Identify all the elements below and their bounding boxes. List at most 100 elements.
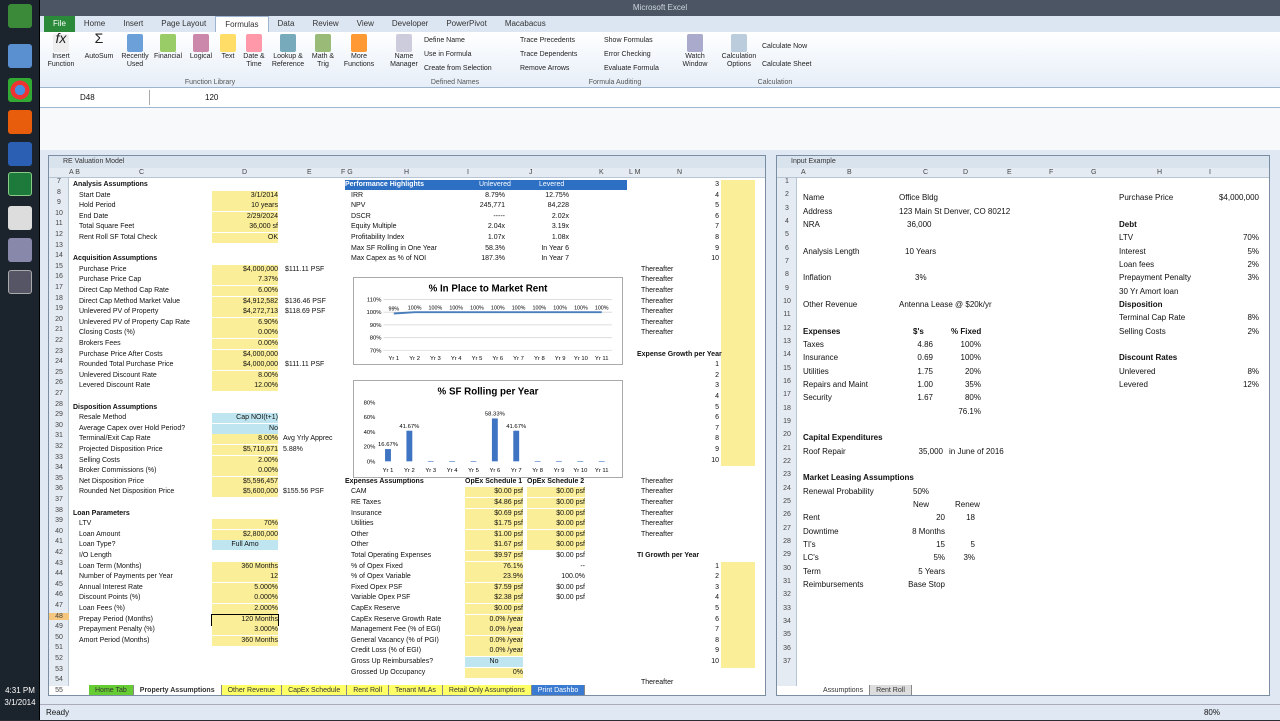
thereafter-label: Thereafter — [641, 329, 674, 337]
excel-taskbar-icon[interactable] — [8, 4, 32, 28]
calculate-sheet-button[interactable]: Calculate Sheet — [762, 60, 811, 69]
ribbon-tab[interactable]: View — [348, 16, 383, 32]
calculator-icon[interactable] — [8, 238, 32, 262]
cell: 18 — [966, 513, 975, 523]
name-manager-button[interactable]: Name Manager — [388, 34, 420, 69]
row-number: 51 — [55, 644, 63, 652]
lookup-button[interactable]: Lookup & Reference — [270, 34, 306, 69]
window-icon[interactable] — [8, 270, 32, 294]
remove-arrows-button[interactable]: Remove Arrows — [520, 64, 569, 73]
bar — [556, 461, 562, 462]
financial-button[interactable]: Financial — [152, 34, 184, 61]
trace-precedents-button[interactable]: Trace Precedents — [520, 36, 575, 45]
chrome-icon[interactable] — [8, 78, 32, 102]
zoom-level[interactable]: 80% — [1204, 705, 1220, 721]
autosum-button[interactable]: Σ AutoSum — [82, 31, 116, 61]
error-checking-button[interactable]: Error Checking — [604, 50, 651, 59]
word-icon[interactable] — [8, 142, 32, 166]
create-from-selection-button[interactable]: Create from Selection — [424, 64, 492, 73]
section-title: Expenses — [803, 326, 841, 336]
calc-options-button[interactable]: Calculation Options — [718, 34, 760, 69]
index-number: 4 — [715, 191, 719, 199]
cell: Purchase Price — [1119, 193, 1174, 203]
define-name-button[interactable]: Define Name — [424, 36, 465, 45]
row-number: 9 — [57, 199, 61, 207]
cell: Unlevered PV of Property — [79, 308, 159, 316]
sheet-tab[interactable]: Retail Only Assumptions — [442, 685, 532, 695]
explorer-icon[interactable] — [8, 44, 32, 68]
ribbon-tab[interactable]: Insert — [114, 16, 152, 32]
cell: Unlevered PV of Property Cap Rate — [79, 318, 190, 326]
trace-dependents-button[interactable]: Trace Dependents — [520, 50, 577, 59]
highlight-column — [721, 360, 755, 467]
sheet-tab[interactable]: Rent Roll — [347, 685, 390, 695]
cell: CapEx Reserve Growth Rate — [351, 615, 442, 623]
section-title: Market Leasing Assumptions — [803, 473, 914, 483]
ribbon-tab[interactable]: Developer — [383, 16, 437, 32]
cell: Security — [803, 393, 832, 403]
show-formulas-button[interactable]: Show Formulas — [604, 36, 653, 45]
thereafter-label: Thereafter — [641, 509, 674, 517]
ribbon-tab[interactable]: Page Layout — [152, 16, 215, 32]
cell: Discount Points (%) — [79, 594, 141, 602]
cell: 2.02x — [551, 212, 569, 220]
ribbon-tab[interactable]: Macabacus — [496, 16, 555, 32]
input-cell: 6.00% — [212, 286, 278, 296]
date-time-button[interactable]: Date & Time — [240, 34, 268, 69]
cell: Taxes — [803, 339, 824, 349]
input-cell: $2.38 psf — [465, 593, 523, 604]
sheet-tab[interactable]: Rent Roll — [870, 685, 912, 695]
sheet-tab[interactable]: CapEx Schedule — [282, 685, 348, 695]
recently-used-button[interactable]: Recently Used — [118, 34, 152, 69]
cell: Annual Interest Rate — [79, 583, 143, 591]
cell: 3% — [915, 273, 927, 283]
cell: Terminal Cap Rate — [1119, 313, 1186, 323]
input-cell: 0% — [465, 667, 523, 678]
formula-input[interactable]: 120 — [205, 91, 218, 105]
column-letter: F — [1049, 169, 1054, 176]
calculate-now-button[interactable]: Calculate Now — [762, 42, 807, 51]
watch-window-button[interactable]: Watch Window — [678, 34, 712, 69]
thereafter-label: Thereafter — [641, 530, 674, 538]
cell: Direct Cap Method Cap Rate — [79, 287, 169, 294]
cell: Unlevered — [1119, 366, 1156, 376]
name-box[interactable]: D48 — [40, 90, 150, 105]
sheet-tab[interactable]: Assumptions — [817, 685, 871, 695]
cell: Max Capex as % of NOI — [351, 255, 427, 263]
cell: Equity Multiple — [351, 223, 397, 231]
evaluate-formula-button[interactable]: Evaluate Formula — [604, 64, 659, 73]
input-cell: $0.00 psf — [527, 508, 585, 519]
sheet-tab[interactable]: Print Dashbo — [531, 685, 586, 695]
document-icon[interactable] — [8, 206, 32, 230]
cell: 1.08x — [551, 234, 569, 241]
thereafter-label: Thereafter — [641, 308, 674, 316]
math-button[interactable]: Math & Trig — [308, 34, 338, 69]
ribbon-tab[interactable]: Formulas — [215, 15, 269, 33]
more-functions-button[interactable]: More Functions — [340, 34, 378, 69]
book-icon — [246, 34, 262, 52]
sheet-tab[interactable]: Other Revenue — [221, 685, 283, 695]
ribbon-tab[interactable]: Review — [303, 16, 347, 32]
cell: NPV — [351, 202, 366, 210]
index-number: 6 — [715, 414, 719, 422]
cell: Total Square Feet — [79, 223, 135, 231]
sheet-tab[interactable]: Property Assumptions — [133, 685, 222, 695]
row-number: 15 — [55, 262, 63, 270]
logical-button[interactable]: Logical — [186, 34, 216, 61]
sheet-tab[interactable]: Tenant MLAs — [389, 685, 443, 695]
cell: NRA — [803, 219, 820, 229]
use-in-formula-button[interactable]: Use in Formula — [424, 50, 471, 59]
input-cell: 0.0% /year — [465, 614, 523, 625]
app-icon[interactable] — [8, 110, 32, 134]
excel-icon[interactable] — [8, 172, 32, 196]
cell: Max SF Rolling in One Year — [351, 244, 437, 252]
formula-bar: D48 120 — [40, 88, 1280, 108]
cell: Insurance — [351, 509, 382, 517]
cell: LTV — [79, 520, 92, 528]
text-button[interactable]: Text — [216, 34, 240, 61]
sheet-tab[interactable]: Home Tab — [89, 685, 134, 695]
ribbon-tab[interactable]: PowerPivot — [437, 16, 495, 32]
ribbon-tab[interactable]: Data — [269, 16, 304, 32]
insert-function-button[interactable]: fx Insert Function — [44, 31, 78, 69]
input-cell: 0.00% — [212, 466, 278, 477]
